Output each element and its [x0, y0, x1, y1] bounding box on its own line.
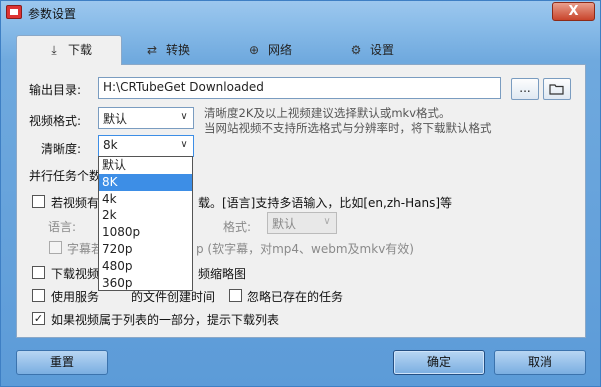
globe-icon: ⊕	[248, 43, 260, 57]
browse-button[interactable]: ...	[511, 78, 539, 100]
reset-button[interactable]: 重置	[16, 350, 108, 375]
subtitle-format-value: 默认	[272, 217, 297, 231]
quality-option[interactable]: 1080p	[99, 224, 192, 241]
tab-label: 网络	[267, 43, 292, 57]
folder-icon	[549, 84, 564, 95]
quality-option[interactable]: 360p	[99, 275, 192, 292]
app-icon	[6, 5, 22, 19]
settings-window: 参数设置 X ⤓ 下载 ⇄ 转换 ⊕ 网络 ⚙ 设置 输出目录: H:\CRTubeGe…	[0, 0, 601, 387]
tab-network[interactable]: ⊕ 网络	[226, 36, 312, 64]
chevron-down-icon: ∨	[323, 216, 331, 227]
open-folder-button[interactable]	[543, 78, 571, 100]
chevron-down-icon: ∨	[180, 139, 188, 150]
quality-option[interactable]: 480p	[99, 258, 192, 275]
video-format-select[interactable]: 默认 ∨	[98, 107, 194, 129]
thumbnail-label-left: 下载视频	[51, 267, 100, 281]
quality-option[interactable]: 8K	[99, 173, 192, 191]
gear-icon: ⚙	[350, 43, 362, 57]
quality-option[interactable]: 720p	[99, 241, 192, 258]
server-time-label-left: 使用服务	[51, 290, 100, 304]
convert-icon: ⇄	[146, 43, 158, 57]
quality-value: 8k	[103, 138, 118, 152]
language-label: 语言:	[48, 220, 77, 234]
tab-convert[interactable]: ⇄ 转换	[124, 36, 210, 64]
chevron-down-icon: ∨	[180, 111, 188, 122]
ignore-existing-label: 忽略已存在的任务	[247, 290, 344, 304]
tab-download[interactable]: ⤓ 下载	[16, 35, 122, 65]
window-title: 参数设置	[28, 7, 77, 21]
embed-subtitle-checkbox[interactable]	[49, 241, 62, 254]
playlist-label: 如果视频属于列表的一部分，提示下载列表	[51, 313, 280, 327]
embed-subtitle-label-right: p (软字幕，对mp4、webm及mkv有效)	[196, 242, 414, 256]
quality-option[interactable]: 4k	[99, 191, 192, 208]
tab-label: 设置	[369, 43, 394, 57]
subtitle-checkbox-label-left: 若视频有	[51, 196, 100, 210]
subtitle-format-select[interactable]: 默认 ∨	[267, 212, 337, 234]
video-format-value: 默认	[103, 112, 128, 126]
tab-label: 转换	[165, 43, 190, 57]
server-time-checkbox[interactable]	[32, 289, 45, 302]
subtitle-format-label: 格式:	[223, 220, 252, 234]
playlist-checkbox[interactable]: ✓	[32, 312, 45, 325]
thumbnail-checkbox[interactable]	[32, 266, 45, 279]
quality-select[interactable]: 8k ∨	[98, 135, 194, 157]
cancel-button[interactable]: 取消	[494, 350, 586, 375]
close-button[interactable]: X	[552, 2, 595, 21]
thumbnail-label-right: 频缩略图	[198, 267, 247, 281]
title-bar: 参数设置 X	[1, 1, 600, 23]
parallel-tasks-label: 并行任务个数	[29, 169, 102, 183]
download-icon: ⤓	[51, 43, 57, 57]
subtitle-checkbox[interactable]	[32, 195, 45, 208]
ok-button[interactable]: 确定	[393, 350, 485, 375]
video-format-label: 视频格式:	[29, 114, 82, 128]
ignore-existing-checkbox[interactable]	[229, 289, 242, 302]
subtitle-checkbox-label-right: 载。[语言]支持多语输入，比如[en,zh-Hans]等	[198, 196, 452, 210]
output-dir-label: 输出目录:	[29, 83, 82, 97]
quality-option[interactable]: 默认	[99, 157, 192, 174]
tab-settings[interactable]: ⚙ 设置	[328, 36, 414, 64]
quality-dropdown-list: 默认 8K 4k 2k 1080p 720p 480p 360p	[98, 156, 193, 291]
format-note-1: 清晰度2K及以上视频建议选择默认或mkv格式。	[204, 106, 451, 120]
quality-option[interactable]: 2k	[99, 207, 192, 224]
quality-label: 清晰度:	[41, 142, 82, 156]
format-note-2: 当网站视频不支持所选格式与分辨率时，将下载默认格式	[204, 121, 492, 135]
tab-label: 下载	[67, 43, 92, 57]
output-dir-input[interactable]: H:\CRTubeGet Downloaded	[98, 77, 501, 99]
